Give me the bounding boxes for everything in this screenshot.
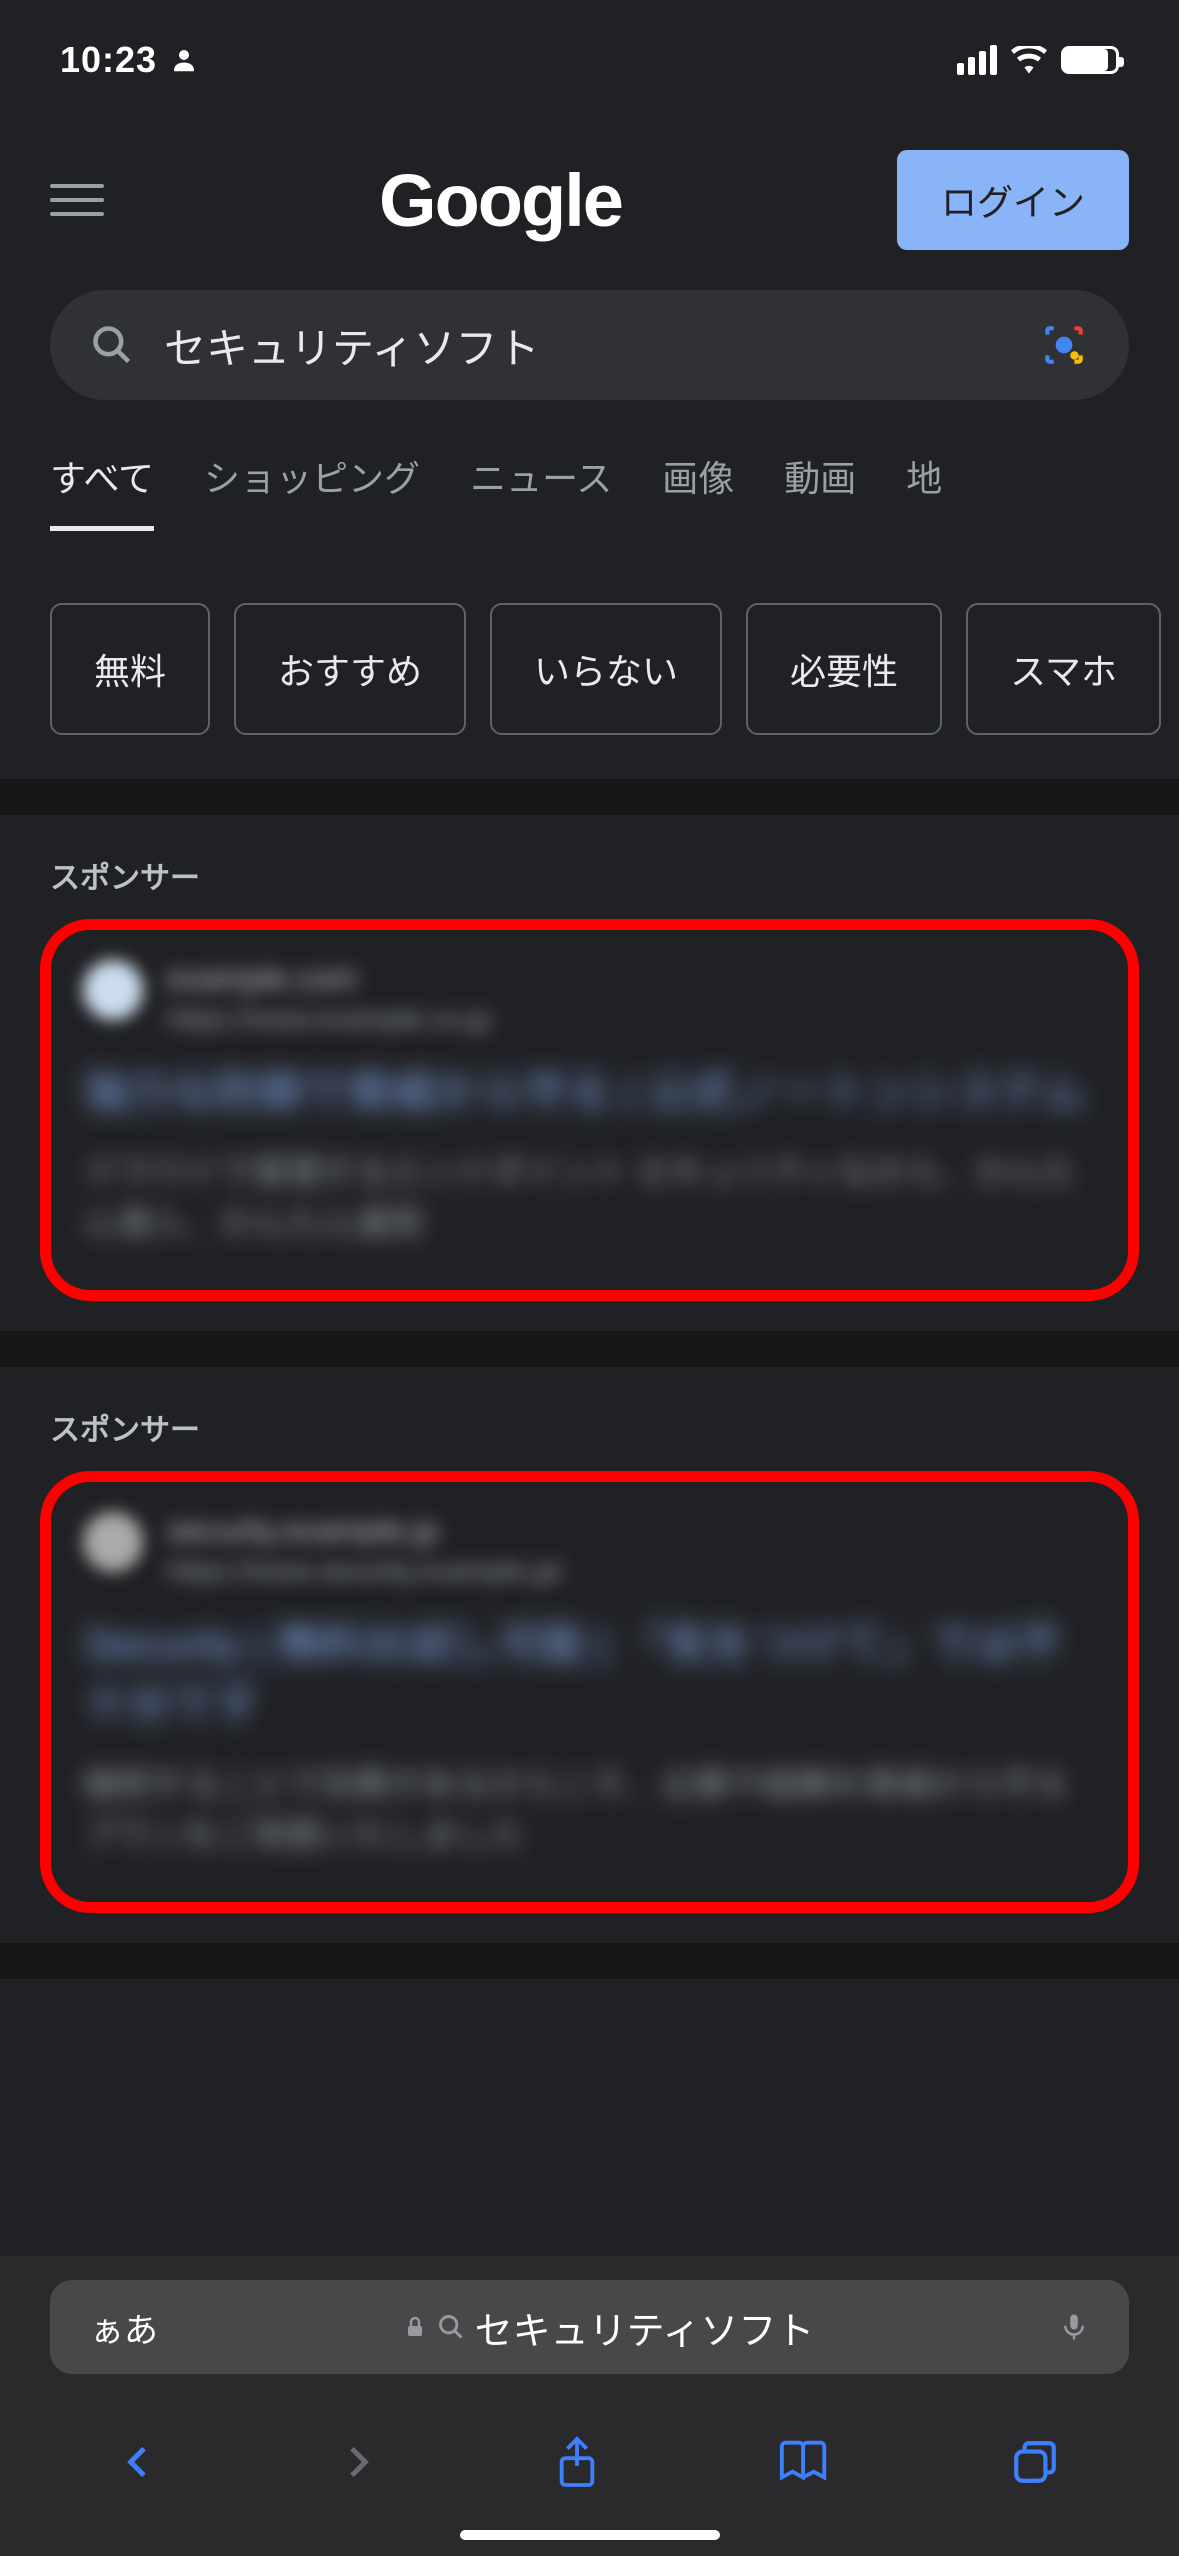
share-button[interactable] (554, 2434, 600, 2490)
sponsor-label: スポンサー (0, 1367, 1179, 1471)
home-indicator[interactable] (460, 2530, 720, 2540)
favicon-icon (83, 960, 143, 1020)
login-button[interactable]: ログイン (897, 150, 1129, 250)
wifi-icon (1011, 46, 1047, 74)
result-url: https://www.security.example.jp/ (167, 1555, 563, 1587)
google-logo[interactable]: Google (379, 158, 622, 243)
browser-toolbar (0, 2398, 1179, 2510)
sponsored-result[interactable]: security.example.jp https://www.security… (40, 1471, 1139, 1913)
tab-maps[interactable]: 地 (906, 450, 942, 531)
result-description: クラウドで管理するエンドポイント セキュリティなから、かんたん導入、かんたん運用 (83, 1148, 1096, 1250)
microphone-icon[interactable] (1059, 2307, 1089, 2347)
search-icon (90, 323, 134, 367)
lens-icon[interactable] (1039, 320, 1089, 370)
search-box[interactable]: セキュリティソフト (50, 290, 1129, 400)
menu-button[interactable] (50, 184, 104, 216)
browser-chrome: ぁあ セキュリティソフト (0, 2256, 1179, 2556)
search-tabs: すべて ショッピング ニュース 画像 動画 地 (0, 400, 1179, 559)
bookmarks-button[interactable] (778, 2438, 832, 2486)
battery-icon (1061, 46, 1119, 74)
tabs-button[interactable] (1010, 2437, 1060, 2487)
search-icon (437, 2313, 465, 2341)
address-text: セキュリティソフト (475, 2300, 815, 2355)
tab-shopping[interactable]: ショッピング (204, 450, 420, 531)
favicon-icon (83, 1512, 143, 1572)
address-bar[interactable]: ぁあ セキュリティソフト (50, 2280, 1129, 2374)
app-header: Google ログイン (0, 120, 1179, 290)
chip[interactable]: 無料 (50, 603, 210, 735)
search-query-text: セキュリティソフト (164, 315, 1009, 376)
result-url: https://www.example.co.jp (167, 1003, 491, 1035)
result-title: 強力な防御で脅威から守る | 公式ノートンシステム (83, 1063, 1096, 1122)
result-domain: security.example.jp (167, 1512, 563, 1549)
back-button[interactable] (119, 2437, 159, 2487)
lock-icon (403, 2313, 427, 2341)
sponsor-label: スポンサー (0, 815, 1179, 919)
forward-button[interactable] (337, 2437, 377, 2487)
tab-news[interactable]: ニュース (470, 450, 612, 531)
tab-images[interactable]: 画像 (662, 450, 734, 531)
chip[interactable]: おすすめ (234, 603, 466, 735)
result-title: Security | 無料お試し可能 | 「気をつけて」では不十分です (83, 1615, 1096, 1734)
sponsored-result[interactable]: example.com https://www.example.co.jp 強力… (40, 919, 1139, 1301)
tab-all[interactable]: すべて (50, 450, 154, 531)
text-size-button[interactable]: ぁあ (90, 2303, 158, 2352)
tab-videos[interactable]: 動画 (784, 450, 856, 531)
cellular-icon (957, 45, 997, 75)
result-description: 継続することで効果があるからこそ、企業や組織を脅威から守るプランをご用意いたしま… (83, 1760, 1096, 1862)
status-time: 10:23 (60, 39, 157, 81)
filter-chips: 無料 おすすめ いらない 必要性 スマホ (0, 559, 1179, 779)
status-bar: 10:23 (0, 0, 1179, 120)
chip[interactable]: スマホ (966, 603, 1161, 735)
chip[interactable]: いらない (490, 603, 722, 735)
person-icon (169, 45, 199, 75)
result-domain: example.com (167, 960, 491, 997)
chip[interactable]: 必要性 (746, 603, 942, 735)
